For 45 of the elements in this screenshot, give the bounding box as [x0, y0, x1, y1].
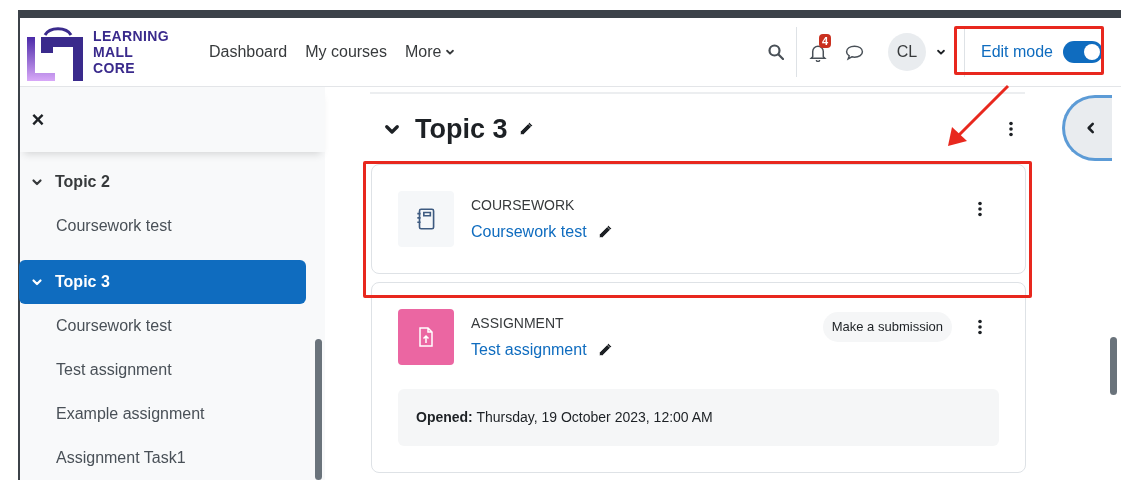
pencil-icon[interactable] — [517, 121, 534, 137]
section-title: Topic 3 — [55, 272, 110, 292]
activity-name-link[interactable]: Coursework test — [471, 219, 587, 244]
notebook-icon — [398, 191, 454, 247]
more-options-icon[interactable] — [978, 201, 982, 217]
user-avatar[interactable]: CL — [887, 33, 926, 71]
scrollbar-thumb[interactable] — [315, 339, 322, 480]
activity-link[interactable]: Assignment Task1 — [20, 436, 325, 480]
logo-text: LEARNING — [93, 28, 169, 44]
activity-type: COURSEWORK — [471, 195, 576, 215]
activity-name-link[interactable]: Test assignment — [471, 337, 587, 362]
nav-link[interactable]: My courses — [305, 40, 387, 64]
more-options-icon[interactable] — [1009, 121, 1013, 137]
drawer-toggle-button[interactable] — [1062, 95, 1112, 161]
activity-link[interactable]: Coursework test — [20, 204, 325, 248]
status-pill: Make a submission — [822, 312, 952, 342]
date-text: Opened: Thursday, 19 October 2023, 12:00 AM — [416, 408, 713, 427]
notification-badge: 4 — [818, 33, 832, 48]
more-options-icon[interactable] — [978, 319, 982, 335]
activity-link[interactable]: Coursework test — [20, 304, 325, 348]
nav-dropdown[interactable]: More — [405, 40, 456, 64]
close-button[interactable]: × — [30, 108, 46, 131]
logo-text: CORE — [93, 60, 136, 76]
activity-link[interactable]: Example assignment — [20, 392, 325, 436]
section-title: Topic 2 — [55, 172, 110, 192]
logo-text: MALL — [93, 44, 135, 60]
chevron-down-icon — [31, 176, 43, 188]
pencil-icon[interactable] — [596, 341, 613, 358]
section-item[interactable]: Topic 2 — [19, 160, 306, 204]
caret-icon — [935, 47, 946, 57]
chevron-down-icon — [31, 276, 43, 288]
chevron-down-icon — [445, 47, 456, 57]
nav-link[interactable]: Dashboard — [208, 40, 288, 64]
search-icon[interactable] — [767, 44, 784, 60]
activity-type: ASSIGNMENT — [471, 313, 565, 333]
section-heading: Topic 3 — [415, 112, 508, 146]
pencil-icon[interactable] — [596, 223, 613, 240]
annotation-arrow — [945, 83, 1011, 149]
edit-mode-toggle[interactable] — [1063, 41, 1103, 63]
chat-bubble-icon[interactable] — [844, 43, 864, 61]
activity-link[interactable]: Test assignment — [20, 348, 325, 392]
edit-mode-label: Edit mode — [980, 42, 1053, 62]
file-upload-icon — [398, 309, 454, 365]
section-item[interactable]: Topic 3 — [19, 260, 306, 304]
scrollbar-thumb[interactable] — [1110, 337, 1117, 395]
